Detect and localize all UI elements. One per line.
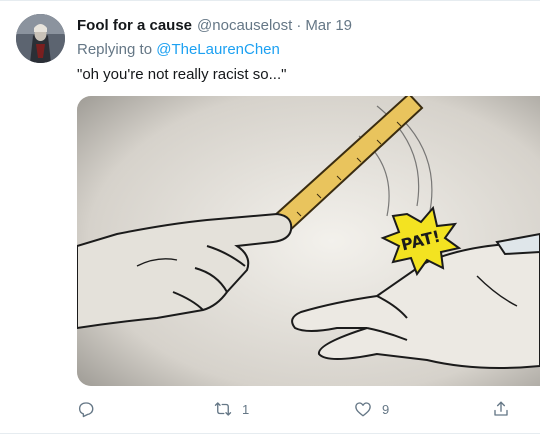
tweet-actions: 1 9	[77, 397, 517, 421]
top-divider	[0, 0, 540, 1]
like-button[interactable]: 9	[354, 397, 389, 421]
tweet-date[interactable]: Mar 19	[305, 15, 352, 37]
reply-prefix: Replying to	[77, 41, 153, 58]
tweet-text: "oh you're not really racist so..."	[77, 66, 287, 83]
tweet-header: Fool for a cause @nocauselost · Mar 19	[77, 15, 352, 37]
comic-illustration: PAT!	[77, 96, 540, 386]
reply-to-link[interactable]: @TheLaurenChen	[156, 41, 280, 58]
reply-button[interactable]	[77, 397, 105, 421]
like-count: 9	[382, 401, 390, 417]
reply-context: Replying to @TheLaurenChen	[77, 40, 280, 60]
author-display-name[interactable]: Fool for a cause	[77, 15, 192, 37]
separator-dot: ·	[296, 17, 302, 34]
reply-icon	[78, 402, 94, 418]
author-handle[interactable]: @nocauselost	[197, 15, 292, 37]
retweet-icon	[214, 402, 232, 416]
like-icon	[355, 402, 371, 417]
share-button[interactable]	[492, 397, 510, 421]
tweet-media[interactable]: PAT!	[77, 96, 540, 386]
avatar[interactable]	[16, 14, 65, 63]
retweet-count: 1	[242, 401, 250, 417]
avatar-image	[16, 14, 65, 63]
retweet-button[interactable]: 1	[214, 397, 249, 421]
share-icon	[494, 401, 508, 416]
